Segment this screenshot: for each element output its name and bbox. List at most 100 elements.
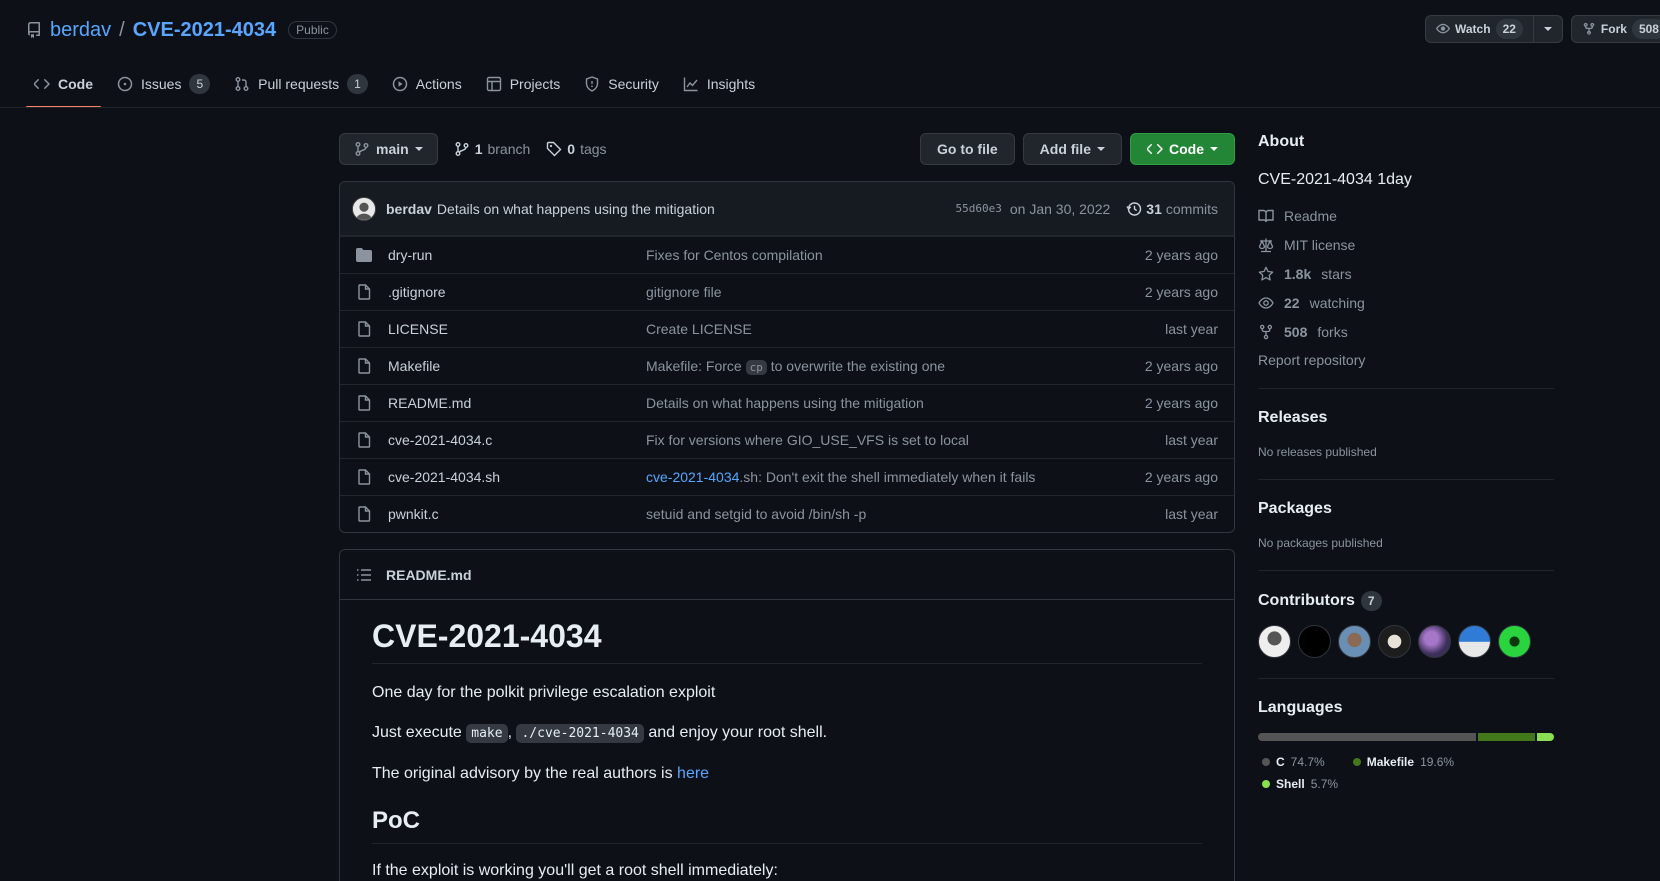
file-row[interactable]: .gitignore gitignore file 2 years ago <box>340 273 1234 310</box>
file-name-link[interactable]: pwnkit.c <box>388 506 646 522</box>
file-row[interactable]: cve-2021-4034.c Fix for versions where G… <box>340 421 1234 458</box>
tab-insights[interactable]: Insights <box>675 66 763 102</box>
watch-dropdown[interactable] <box>1532 16 1562 42</box>
file-name-link[interactable]: LICENSE <box>388 321 646 337</box>
language-segment <box>1478 733 1536 741</box>
commit-author-link[interactable]: berdav <box>386 201 432 217</box>
watching-count: 22 <box>1284 294 1300 311</box>
file-name-link[interactable]: README.md <box>388 395 646 411</box>
contributors-list <box>1258 625 1554 658</box>
tab-pull-requests[interactable]: Pull requests 1 <box>226 66 376 102</box>
tags-link[interactable]: 0 tags <box>546 141 607 157</box>
advisory-link[interactable]: here <box>677 765 709 782</box>
repo-sidebar: About CVE-2021-4034 1day Readme MIT lice… <box>1258 133 1554 795</box>
file-row[interactable]: cve-2021-4034.sh cve-2021-4034.sh: Don't… <box>340 458 1234 495</box>
eye-icon <box>1258 295 1274 311</box>
contributors-count: 7 <box>1360 591 1382 611</box>
repo-name-link[interactable]: CVE-2021-4034 <box>133 19 276 42</box>
avatar[interactable] <box>1338 625 1371 658</box>
issue-link[interactable]: cve-2021-4034 <box>646 469 739 485</box>
tab-actions[interactable]: Actions <box>384 66 470 102</box>
file-row[interactable]: README.md Details on what happens using … <box>340 384 1234 421</box>
report-repository-link[interactable]: Report repository <box>1258 352 1554 368</box>
watching-link[interactable]: 22 watching <box>1258 288 1554 317</box>
file-name-link[interactable]: dry-run <box>388 247 646 263</box>
visibility-badge: Public <box>288 21 337 39</box>
fork-label: Fork <box>1600 22 1627 36</box>
file-commit-message[interactable]: cve-2021-4034.sh: Don't exit the shell i… <box>646 469 1145 485</box>
file-commit-message[interactable]: Details on what happens using the mitiga… <box>646 395 1145 411</box>
repo-owner-link[interactable]: berdav <box>50 19 111 42</box>
tab-issues[interactable]: Issues 5 <box>109 66 218 102</box>
commit-message-link[interactable]: Details on what happens using the mitiga… <box>437 201 715 217</box>
file-commit-message[interactable]: gitignore file <box>646 284 1145 300</box>
file-commit-message[interactable]: Fix for versions where GIO_USE_VFS is se… <box>646 432 1165 448</box>
table-icon <box>486 76 502 92</box>
file-row[interactable]: dry-run Fixes for Centos compilation 2 y… <box>340 236 1234 273</box>
file-name-link[interactable]: cve-2021-4034.sh <box>388 469 646 485</box>
sidebar-divider <box>1258 479 1554 480</box>
forks-word: forks <box>1317 323 1348 340</box>
message-text: to overwrite the existing one <box>766 357 946 374</box>
tab-label: Pull requests <box>258 76 340 92</box>
tab-code[interactable]: Code <box>26 66 101 108</box>
language-name: Shell <box>1276 777 1305 791</box>
issue-icon <box>117 76 133 92</box>
commit-sha-link[interactable]: 55d60e3 <box>956 202 1002 215</box>
avatar[interactable] <box>1258 625 1291 658</box>
repo-header-actions: Watch 22 Fork 508 <box>1425 15 1660 43</box>
watch-button[interactable]: Watch 22 <box>1425 15 1563 43</box>
file-icon <box>356 395 372 411</box>
readme-label: Readme <box>1284 207 1337 224</box>
releases-heading[interactable]: Releases <box>1258 409 1554 427</box>
branches-link[interactable]: 1 branch <box>454 141 530 157</box>
file-name-link[interactable]: .gitignore <box>388 284 646 300</box>
packages-empty: No packages published <box>1258 536 1383 550</box>
tab-projects[interactable]: Projects <box>478 66 569 102</box>
stars-count: 1.8k <box>1284 265 1312 282</box>
avatar[interactable] <box>1498 625 1531 658</box>
contributors-heading[interactable]: Contributors 7 <box>1258 591 1554 611</box>
file-name-link[interactable]: Makefile <box>388 358 646 374</box>
chevron-down-icon <box>1097 147 1105 151</box>
code-download-button[interactable]: Code <box>1130 133 1235 165</box>
avatar[interactable] <box>1298 625 1331 658</box>
commits-link[interactable]: 31 commits <box>1126 201 1218 217</box>
file-commit-message[interactable]: Create LICENSE <box>646 321 1165 337</box>
stars-link[interactable]: 1.8k stars <box>1258 259 1554 288</box>
fork-button[interactable]: Fork 508 <box>1570 15 1660 43</box>
fork-icon <box>1258 324 1274 340</box>
file-row[interactable]: pwnkit.c setuid and setgid to avoid /bin… <box>340 495 1234 532</box>
file-commit-message[interactable]: setuid and setgid to avoid /bin/sh -p <box>646 506 1165 522</box>
tab-label: Issues <box>141 76 182 92</box>
readme-file-name[interactable]: README.md <box>386 567 472 583</box>
file-row[interactable]: LICENSE Create LICENSE last year <box>340 310 1234 347</box>
eye-icon <box>1436 22 1450 36</box>
history-icon <box>1126 201 1142 217</box>
language-item[interactable]: Shell 5.7% <box>1258 773 1338 795</box>
list-icon[interactable] <box>356 567 372 583</box>
license-link[interactable]: MIT license <box>1258 230 1554 259</box>
avatar[interactable] <box>352 196 376 221</box>
branch-select-button[interactable]: main <box>339 133 438 165</box>
avatar[interactable] <box>1418 625 1451 658</box>
avatar[interactable] <box>1378 625 1411 658</box>
language-item[interactable]: C 74.7% <box>1258 751 1325 773</box>
file-commit-message[interactable]: Fixes for Centos compilation <box>646 247 1145 263</box>
git-branch-icon <box>354 141 370 157</box>
avatar[interactable] <box>1458 625 1491 658</box>
sidebar-divider <box>1258 678 1554 679</box>
packages-heading[interactable]: Packages <box>1258 500 1554 518</box>
file-commit-message[interactable]: Makefile: Force cp to overwrite the exis… <box>646 358 1145 375</box>
forks-link[interactable]: 508 forks <box>1258 317 1554 346</box>
tab-security[interactable]: Security <box>576 66 667 102</box>
file-row[interactable]: Makefile Makefile: Force cp to overwrite… <box>340 347 1234 384</box>
readme-link[interactable]: Readme <box>1258 201 1554 230</box>
language-item[interactable]: Makefile 19.6% <box>1349 751 1454 773</box>
add-file-button[interactable]: Add file <box>1022 133 1122 165</box>
inline-code: ./cve-2021-4034 <box>516 724 644 743</box>
file-name-link[interactable]: cve-2021-4034.c <box>388 432 646 448</box>
file-navigation: main 1 branch 0 tags Go to file Add file… <box>339 133 1235 165</box>
go-to-file-button[interactable]: Go to file <box>919 133 1015 165</box>
language-dot-icon <box>1262 780 1270 788</box>
